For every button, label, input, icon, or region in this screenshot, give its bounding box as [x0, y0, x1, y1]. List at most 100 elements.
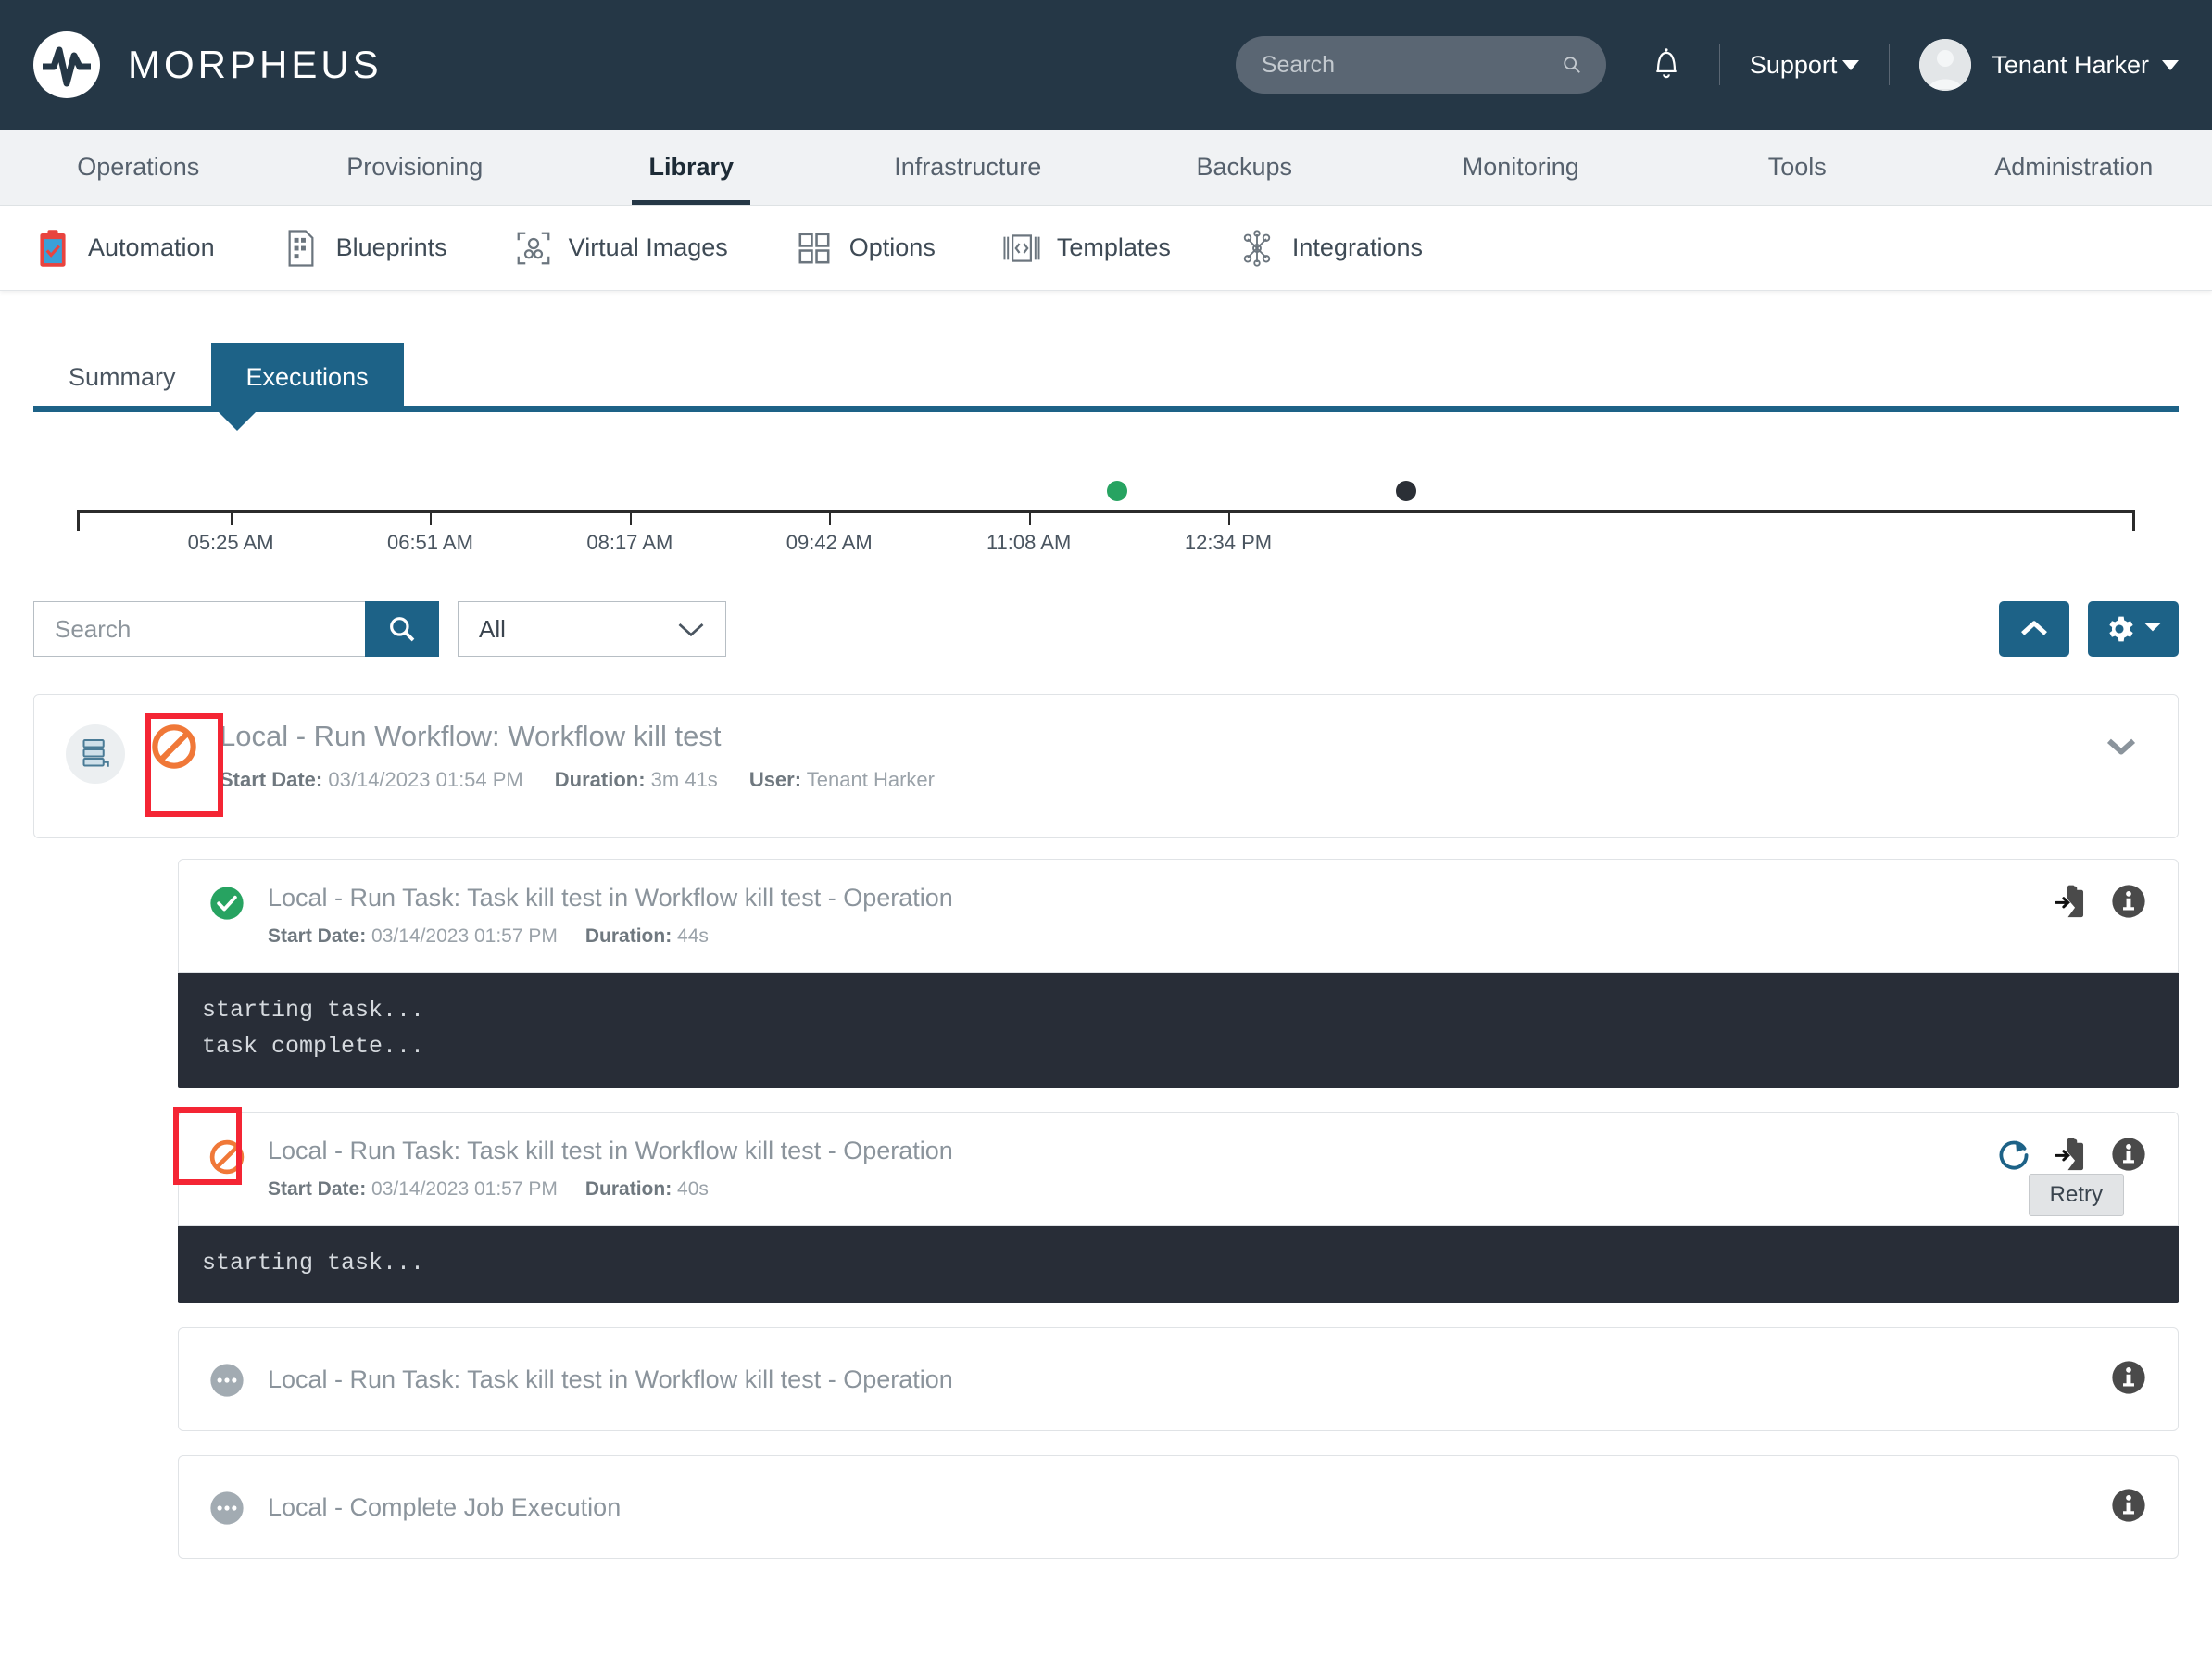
caret-down-icon[interactable]: [1842, 59, 1860, 70]
nav-item-library[interactable]: Library: [553, 130, 830, 205]
nav-item-monitoring[interactable]: Monitoring: [1383, 130, 1660, 205]
subnav-item-blueprints[interactable]: Blueprints: [282, 229, 447, 268]
duration-label: Duration:: [554, 768, 646, 792]
tab-underline: [33, 406, 2179, 412]
expand-collapse-button[interactable]: [2105, 736, 2137, 761]
timeline-event-dot-cancelled[interactable]: [1396, 481, 1417, 501]
global-search[interactable]: [1235, 36, 1606, 94]
nav-label: Infrastructure: [894, 153, 1042, 181]
nav-item-infrastructure[interactable]: Infrastructure: [830, 130, 1107, 205]
copy-to-clipboard-icon[interactable]: [2054, 1137, 2089, 1176]
user-menu[interactable]: Tenant Harker: [1992, 51, 2179, 80]
executions-timeline[interactable]: 05:25 AM 06:51 AM 08:17 AM 09:42 AM 11:0…: [33, 455, 2179, 575]
timeline-tick-label: 05:25 AM: [187, 531, 274, 554]
start-date-label: Start Date:: [268, 925, 367, 948]
subtask-group: Local - Complete Job Execution: [178, 1455, 2179, 1560]
tab-label: Summary: [69, 363, 176, 391]
search-icon[interactable]: [1562, 51, 1582, 79]
brand[interactable]: MORPHEUS: [33, 31, 383, 98]
execution-body: Local - Run Workflow: Workflow kill test…: [220, 719, 2146, 792]
info-circle-icon[interactable]: [2111, 1360, 2146, 1400]
nav-item-backups[interactable]: Backups: [1106, 130, 1383, 205]
user-value: Tenant Harker: [806, 768, 935, 792]
app-header: MORPHEUS Support: [0, 0, 2212, 130]
nav-item-operations[interactable]: Operations: [0, 130, 277, 205]
subtask-title: Local - Run Task: Task kill test in Work…: [268, 1136, 953, 1164]
copy-to-clipboard-icon[interactable]: [2054, 884, 2089, 924]
duration-value: 44s: [677, 925, 709, 948]
settings-menu-button[interactable]: [2088, 601, 2179, 657]
retry-icon[interactable]: [1996, 1137, 2031, 1176]
timeline-tick-label: 11:08 AM: [986, 531, 1072, 554]
retry-tooltip: Retry: [2028, 1173, 2124, 1216]
info-circle-icon[interactable]: [2111, 1137, 2146, 1176]
start-date-value: 03/14/2023 01:57 PM: [371, 1177, 558, 1200]
cancelled-icon: [147, 723, 201, 771]
duration-value: 40s: [677, 1177, 709, 1200]
bottom-spacer: [33, 1559, 2179, 1596]
search-input[interactable]: [33, 601, 365, 657]
timeline-tick: [1228, 510, 1230, 525]
chevron-down-icon[interactable]: [677, 615, 705, 644]
nav-item-provisioning[interactable]: Provisioning: [277, 130, 554, 205]
collapse-all-button[interactable]: [1999, 601, 2069, 657]
nav-item-tools[interactable]: Tools: [1659, 130, 1936, 205]
subnav-item-integrations[interactable]: Integrations: [1238, 229, 1423, 268]
search-button[interactable]: [365, 601, 439, 657]
avatar[interactable]: [1919, 39, 1972, 91]
brand-name: MORPHEUS: [128, 43, 383, 86]
info-circle-icon[interactable]: [2111, 1488, 2146, 1528]
virtual-images-icon: [514, 229, 553, 268]
status-filter-value: All: [479, 614, 506, 643]
subnav-label: Templates: [1056, 233, 1171, 261]
subnav-label: Automation: [88, 233, 215, 261]
support-label: Support: [1749, 50, 1838, 79]
clipboard-check-icon: [33, 229, 72, 268]
user-avatar-icon: [1919, 39, 1972, 91]
timeline-start-cap: [77, 510, 80, 531]
primary-nav: Operations Provisioning Library Infrastr…: [0, 130, 2212, 206]
subtask-meta: Start Date: 03/14/2023 01:57 PM Duration…: [268, 925, 2150, 948]
status-filter-select[interactable]: All: [458, 601, 726, 657]
header-divider-2: [1889, 44, 1891, 85]
subtask-body: Local - Complete Job Execution: [268, 1493, 2150, 1522]
subtask-row[interactable]: Local - Complete Job Execution: [178, 1455, 2179, 1560]
nav-item-administration[interactable]: Administration: [1936, 130, 2212, 205]
subnav-item-templates[interactable]: Templates: [1002, 229, 1171, 268]
bell-icon[interactable]: [1651, 48, 1682, 82]
tab-pointer: [219, 412, 256, 431]
sub-nav: Automation Blueprints Virtual Images Opt…: [0, 206, 2212, 291]
support-menu[interactable]: Support: [1750, 51, 1860, 80]
subtask-group: Local - Run Task: Task kill test in Work…: [178, 859, 2179, 1088]
notifications-button[interactable]: [1643, 48, 1690, 82]
info-circle-icon[interactable]: [2111, 884, 2146, 924]
duration-value: 3m 41s: [650, 768, 718, 792]
subnav-item-options[interactable]: Options: [795, 229, 936, 268]
subnav-item-automation[interactable]: Automation: [33, 229, 215, 268]
execution-title: Local - Run Workflow: Workflow kill test: [220, 720, 722, 752]
timeline-tick-label: 12:34 PM: [1184, 531, 1273, 554]
subtask-row[interactable]: Local - Run Task: Task kill test in Work…: [178, 1327, 2179, 1432]
timeline-tick: [231, 510, 233, 525]
timeline-end-cap: [2132, 510, 2135, 531]
subtask-actions: [1996, 1137, 2146, 1176]
start-date-label: Start Date:: [220, 768, 323, 792]
nav-label: Administration: [1994, 153, 2154, 181]
executions-search[interactable]: [33, 601, 439, 657]
timeline-tick: [629, 510, 632, 525]
tab-summary[interactable]: Summary: [33, 343, 211, 412]
user-name: Tenant Harker: [1992, 50, 2149, 79]
tab-executions[interactable]: Executions: [210, 343, 404, 412]
subtask-row[interactable]: Local - Run Task: Task kill test in Work…: [173, 1106, 2179, 1226]
subtask-row[interactable]: Local - Run Task: Task kill test in Work…: [178, 859, 2179, 974]
subnav-label: Virtual Images: [568, 233, 728, 261]
search-input[interactable]: [1259, 50, 1562, 80]
tab-bar: Summary Executions: [33, 291, 2179, 431]
subtask-start-date: Start Date: 03/14/2023 01:57 PM: [268, 1178, 558, 1201]
caret-down-icon[interactable]: [2162, 59, 2179, 70]
subtask-actions: [2111, 1488, 2146, 1528]
blueprint-document-icon: [282, 229, 320, 268]
subnav-item-virtual-images[interactable]: Virtual Images: [514, 229, 728, 268]
execution-card[interactable]: Local - Run Workflow: Workflow kill test…: [33, 694, 2179, 838]
timeline-event-dot-success[interactable]: [1106, 481, 1127, 501]
